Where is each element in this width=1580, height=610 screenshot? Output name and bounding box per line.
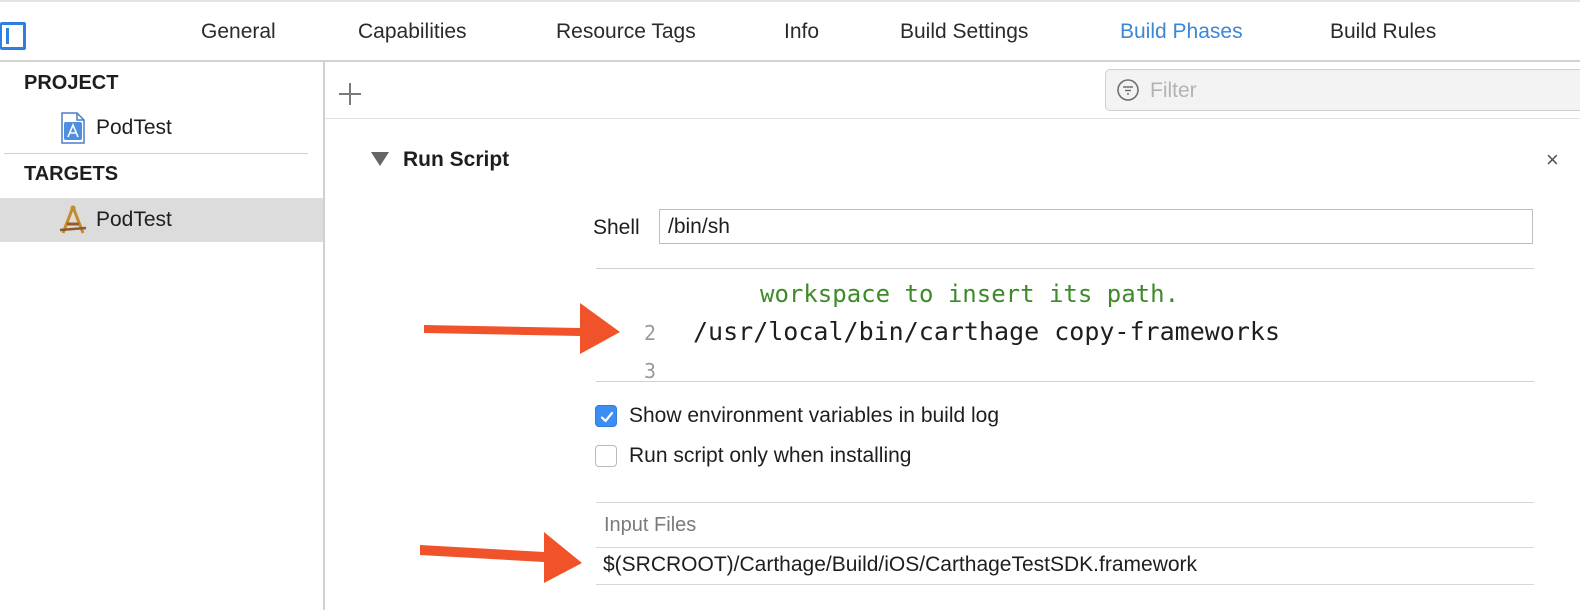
targets-heading: TARGETS [24, 163, 119, 185]
annotation-arrow-icon [424, 303, 620, 354]
checkbox-checked[interactable] [595, 405, 617, 427]
nav-item-project[interactable]: PodTest [0, 106, 323, 150]
project-file-icon [61, 112, 85, 144]
tab-build-phases[interactable]: Build Phases [1120, 20, 1243, 44]
input-files-title: Input Files [604, 514, 697, 536]
project-heading: PROJECT [24, 72, 119, 94]
option-label: Run script only when installing [629, 444, 912, 467]
tab-build-rules[interactable]: Build Rules [1330, 20, 1436, 44]
tab-info[interactable]: Info [784, 20, 819, 44]
tab-build-settings[interactable]: Build Settings [900, 20, 1028, 44]
panel-divider [325, 118, 1580, 119]
line-number: 3 [644, 359, 657, 382]
nav-item-target[interactable]: PodTest [0, 198, 323, 242]
filter-field[interactable] [1105, 69, 1580, 111]
nav-item-label: PodTest [96, 116, 172, 139]
disclosure-triangle-icon[interactable] [371, 152, 389, 166]
filter-input[interactable] [1148, 76, 1572, 106]
tab-bar: General Capabilities Resource Tags Info … [0, 0, 1580, 62]
nav-divider [4, 153, 308, 154]
sidebar-toggle-icon[interactable] [0, 22, 26, 50]
input-files-header: Input Files [596, 502, 1534, 548]
add-build-phase-button[interactable] [334, 78, 366, 110]
script-code-line: /usr/local/bin/carthage copy-frameworks [693, 317, 1280, 346]
project-navigator: PROJECT PodTest TARGETS PodTest [0, 62, 325, 610]
tab-resource-tags[interactable]: Resource Tags [556, 20, 696, 44]
phase-title: Run Script [403, 148, 510, 171]
input-file-path: $(SRCROOT)/Carthage/Build/iOS/CarthageTe… [603, 553, 1198, 576]
line-number: 2 [644, 321, 657, 345]
script-comment-line: workspace to insert its path. [760, 280, 1180, 308]
checkbox-unchecked[interactable] [595, 445, 617, 467]
delete-phase-button[interactable]: × [1546, 147, 1559, 173]
input-files-table: Input Files $(SRCROOT)/Carthage/Build/iO… [596, 502, 1534, 585]
option-label: Show environment variables in build log [629, 404, 1000, 427]
script-editor[interactable]: ​ workspace to insert its path. 2 /usr/l… [596, 268, 1534, 382]
app-target-icon [59, 205, 87, 234]
shell-input[interactable] [659, 209, 1533, 244]
checkmark-icon [600, 411, 614, 423]
filter-icon [1117, 79, 1139, 101]
annotation-arrow-icon [420, 532, 582, 583]
input-file-row[interactable]: $(SRCROOT)/Carthage/Build/iOS/CarthageTe… [596, 548, 1534, 585]
tab-general[interactable]: General [201, 20, 276, 44]
shell-label: Shell [593, 216, 640, 239]
tab-capabilities[interactable]: Capabilities [358, 20, 467, 44]
nav-item-label: PodTest [96, 208, 172, 231]
